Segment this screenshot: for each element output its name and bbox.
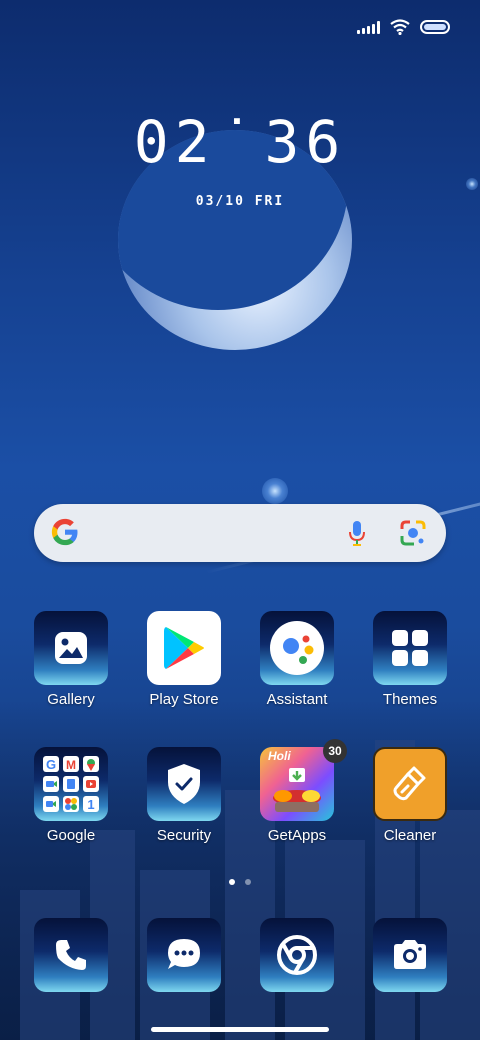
cleaner-brush-icon	[373, 747, 447, 821]
svg-text:1: 1	[87, 797, 94, 812]
app-label: Google	[46, 827, 96, 844]
messages-icon	[147, 918, 221, 992]
page-dot	[245, 879, 251, 885]
app-label: Cleaner	[383, 827, 437, 844]
google-g-icon	[51, 518, 78, 546]
status-bar	[357, 16, 450, 38]
dock-messages[interactable]	[128, 918, 240, 992]
clock-date: 03/10 FRI	[195, 194, 285, 209]
dock-phone[interactable]	[15, 918, 127, 992]
lens-icon[interactable]	[400, 520, 426, 546]
svg-text:M: M	[66, 758, 76, 772]
security-shield-icon	[147, 747, 221, 821]
google-folder-icon: G M 1	[34, 747, 108, 821]
signal-icon	[357, 20, 380, 34]
getapps-holi-label: Holi	[268, 749, 291, 763]
clock-hours: 02	[133, 108, 216, 176]
clock-minutes: 36	[264, 108, 347, 176]
glow-dot	[466, 178, 478, 190]
google-search-bar[interactable]	[34, 504, 446, 562]
home-gesture-bar[interactable]	[151, 1027, 329, 1032]
phone-icon	[34, 918, 108, 992]
getapps-icon: Holi	[260, 747, 334, 821]
app-label: Security	[156, 827, 212, 844]
page-indicator	[0, 879, 480, 885]
app-google-folder[interactable]: G M 1 Google	[15, 747, 127, 844]
mic-icon[interactable]	[348, 520, 366, 546]
app-label: Gallery	[47, 691, 95, 708]
app-themes[interactable]: Themes	[354, 611, 466, 708]
clock-time[interactable]: 02˙36	[0, 108, 480, 176]
app-label: Play Store	[149, 691, 219, 708]
svg-text:G: G	[46, 757, 56, 772]
app-label: Themes	[382, 691, 438, 708]
battery-icon	[420, 20, 450, 34]
app-gallery[interactable]: Gallery	[15, 611, 127, 708]
dock-chrome[interactable]	[241, 918, 353, 992]
app-assistant[interactable]: Assistant	[241, 611, 353, 708]
themes-icon	[373, 611, 447, 685]
app-play-store[interactable]: Play Store	[128, 611, 240, 708]
page-dot-active	[229, 879, 235, 885]
glow-dot	[262, 478, 288, 504]
app-label: Assistant	[266, 691, 328, 708]
gallery-icon	[34, 611, 108, 685]
wifi-icon	[390, 19, 410, 35]
app-security[interactable]: Security	[128, 747, 240, 844]
app-cleaner[interactable]: Cleaner	[354, 747, 466, 844]
clock-separator: ˙	[219, 108, 261, 176]
play-store-icon	[147, 611, 221, 685]
app-label: GetApps	[267, 827, 327, 844]
app-getapps[interactable]: Holi 30 GetApps	[241, 739, 353, 844]
chrome-icon	[260, 918, 334, 992]
dock-camera[interactable]	[354, 918, 466, 992]
assistant-icon	[260, 611, 334, 685]
camera-icon	[373, 918, 447, 992]
notification-badge: 30	[323, 739, 347, 763]
